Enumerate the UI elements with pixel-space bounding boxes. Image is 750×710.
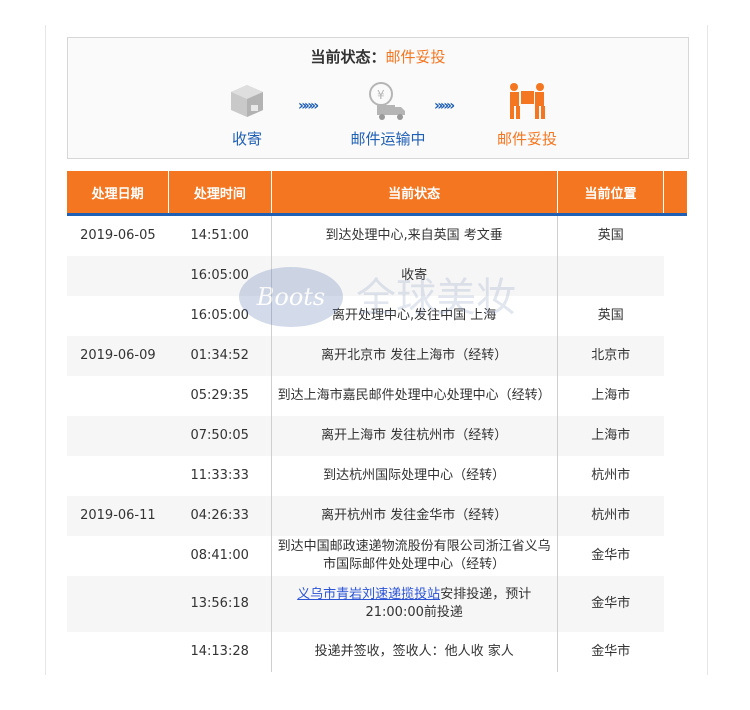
row-spacer bbox=[663, 456, 687, 496]
location-cell: 金华市 bbox=[591, 644, 631, 659]
row-spacer bbox=[663, 376, 687, 416]
time-cell: 11:33:33 bbox=[190, 468, 249, 483]
step-label: 邮件运输中 bbox=[350, 130, 426, 148]
row-spacer bbox=[663, 336, 687, 376]
location-cell: 上海市 bbox=[557, 416, 664, 456]
status-cell: 义乌市青岩刘速递揽投站安排投递，预计21:00:00前投递 bbox=[270, 576, 558, 632]
row-spacer bbox=[663, 214, 687, 256]
time-cell: 16:05:00 bbox=[190, 308, 249, 323]
status-cell: 离开处理中心,发往中国 上海 bbox=[270, 296, 558, 336]
location-cell: 金华市 bbox=[557, 576, 664, 632]
transport-truck-icon: ¥ bbox=[333, 80, 443, 122]
location-cell: 杭州市 bbox=[591, 468, 631, 483]
date-cell: 2019-06-05 bbox=[80, 228, 156, 243]
step-delivered: 邮件妥投 bbox=[472, 80, 582, 149]
table-row: 13:56:18 义乌市青岩刘速递揽投站安排投递，预计21:00:00前投递 金… bbox=[67, 576, 687, 632]
row-spacer bbox=[663, 296, 687, 336]
status-cell: 离开上海市 发往杭州市（经转） bbox=[270, 416, 558, 456]
time-cell: 01:34:52 bbox=[168, 336, 272, 376]
step-arrow-icon: »»» bbox=[434, 98, 455, 114]
date-cell bbox=[67, 376, 169, 416]
status-cell: 投递并签收，签收人：他人收 家人 bbox=[270, 632, 558, 672]
table-row: 11:33:33 到达杭州国际处理中心（经转） 杭州市 bbox=[67, 456, 687, 496]
column-header-status: 当前状态 bbox=[271, 171, 558, 216]
location-cell: 北京市 bbox=[557, 336, 664, 376]
step-transit: ¥ 邮件运输中 bbox=[333, 80, 443, 149]
date-cell bbox=[67, 576, 169, 632]
date-cell bbox=[67, 416, 169, 456]
status-value: 邮件妥投 bbox=[385, 48, 446, 66]
status-cell: 收寄 bbox=[270, 256, 558, 296]
date-cell: 2019-06-11 bbox=[67, 496, 169, 536]
post-station-link[interactable]: 义乌市青岩刘速递揽投站 bbox=[297, 587, 440, 602]
table-header: 处理日期 处理时间 当前状态 当前位置 bbox=[67, 171, 687, 216]
tracking-table: 处理日期 处理时间 当前状态 当前位置 2019-06-05 14:51:00 … bbox=[67, 171, 687, 672]
date-cell: 2019-06-09 bbox=[67, 336, 169, 376]
date-cell bbox=[67, 456, 169, 496]
status-cell: 到达中国邮政速递物流股份有限公司浙江省义乌市国际邮件处处理中心（经转） bbox=[270, 536, 558, 576]
row-spacer bbox=[663, 416, 687, 456]
time-cell: 07:50:05 bbox=[168, 416, 272, 456]
location-cell: 杭州市 bbox=[557, 496, 664, 536]
time-cell: 14:13:28 bbox=[190, 644, 249, 659]
row-spacer bbox=[663, 536, 687, 576]
date-cell bbox=[67, 536, 169, 576]
row-spacer bbox=[663, 256, 687, 296]
table-row: 16:05:00 收寄 bbox=[67, 256, 687, 296]
svg-text:¥: ¥ bbox=[377, 88, 385, 102]
location-cell: 英国 bbox=[597, 308, 624, 323]
current-status: 当前状态：邮件妥投 bbox=[68, 46, 688, 67]
time-cell: 04:26:33 bbox=[168, 496, 272, 536]
table-row: 05:29:35 到达上海市嘉民邮件处理中心处理中心（经转） 上海市 bbox=[67, 376, 687, 416]
status-cell: 到达杭州国际处理中心（经转） bbox=[270, 456, 558, 496]
table-row: 2019-06-09 01:34:52 离开北京市 发往上海市（经转） 北京市 bbox=[67, 336, 687, 376]
step-label: 邮件妥投 bbox=[496, 130, 557, 148]
column-header-location: 当前位置 bbox=[557, 171, 665, 216]
time-cell: 14:51:00 bbox=[190, 228, 249, 243]
location-cell: 英国 bbox=[597, 228, 624, 243]
table-row: 16:05:00 离开处理中心,发往中国 上海 英国 bbox=[67, 296, 687, 336]
status-label: 当前状态： bbox=[310, 48, 386, 66]
time-cell: 16:05:00 bbox=[168, 256, 272, 296]
date-cell bbox=[67, 296, 169, 336]
table-row: 08:41:00 到达中国邮政速递物流股份有限公司浙江省义乌市国际邮件处处理中心… bbox=[67, 536, 687, 576]
status-cell: 到达上海市嘉民邮件处理中心处理中心（经转） bbox=[270, 376, 558, 416]
status-cell: 到达处理中心,来自英国 考文垂 bbox=[270, 214, 558, 256]
step-arrow-icon: »»» bbox=[298, 98, 319, 114]
location-cell: 上海市 bbox=[591, 388, 631, 403]
column-header-date: 处理日期 bbox=[67, 171, 170, 216]
table-row: 2019-06-05 14:51:00 到达处理中心,来自英国 考文垂 英国 bbox=[67, 214, 687, 256]
table-row: 07:50:05 离开上海市 发往杭州市（经转） 上海市 bbox=[67, 416, 687, 456]
tracking-panel: 当前状态：邮件妥投 收寄 »»» ¥ 邮件运输中 »»» 邮件妥投 处理日期 处… bbox=[45, 25, 708, 675]
row-spacer bbox=[663, 632, 687, 672]
step-label: 收寄 bbox=[231, 130, 262, 148]
status-cell: 离开杭州市 发往金华市（经转） bbox=[270, 496, 558, 536]
status-box: 当前状态：邮件妥投 收寄 »»» ¥ 邮件运输中 »»» 邮件妥投 bbox=[67, 37, 689, 159]
row-spacer bbox=[663, 496, 687, 536]
date-cell bbox=[67, 632, 169, 672]
package-icon bbox=[192, 80, 302, 122]
status-cell: 离开北京市 发往上海市（经转） bbox=[270, 336, 558, 376]
table-row: 14:13:28 投递并签收，签收人：他人收 家人 金华市 bbox=[67, 632, 687, 672]
table-row: 2019-06-11 04:26:33 离开杭州市 发往金华市（经转） 杭州市 bbox=[67, 496, 687, 536]
step-collected: 收寄 bbox=[192, 80, 302, 149]
date-cell bbox=[67, 256, 169, 296]
time-cell: 13:56:18 bbox=[168, 576, 272, 632]
row-spacer bbox=[663, 576, 687, 632]
column-header-time: 处理时间 bbox=[168, 171, 272, 216]
time-cell: 08:41:00 bbox=[190, 548, 249, 563]
header-spacer bbox=[663, 171, 687, 216]
delivery-person-icon bbox=[472, 80, 582, 122]
location-cell: 金华市 bbox=[591, 548, 631, 563]
time-cell: 05:29:35 bbox=[190, 388, 249, 403]
location-cell bbox=[557, 256, 664, 296]
